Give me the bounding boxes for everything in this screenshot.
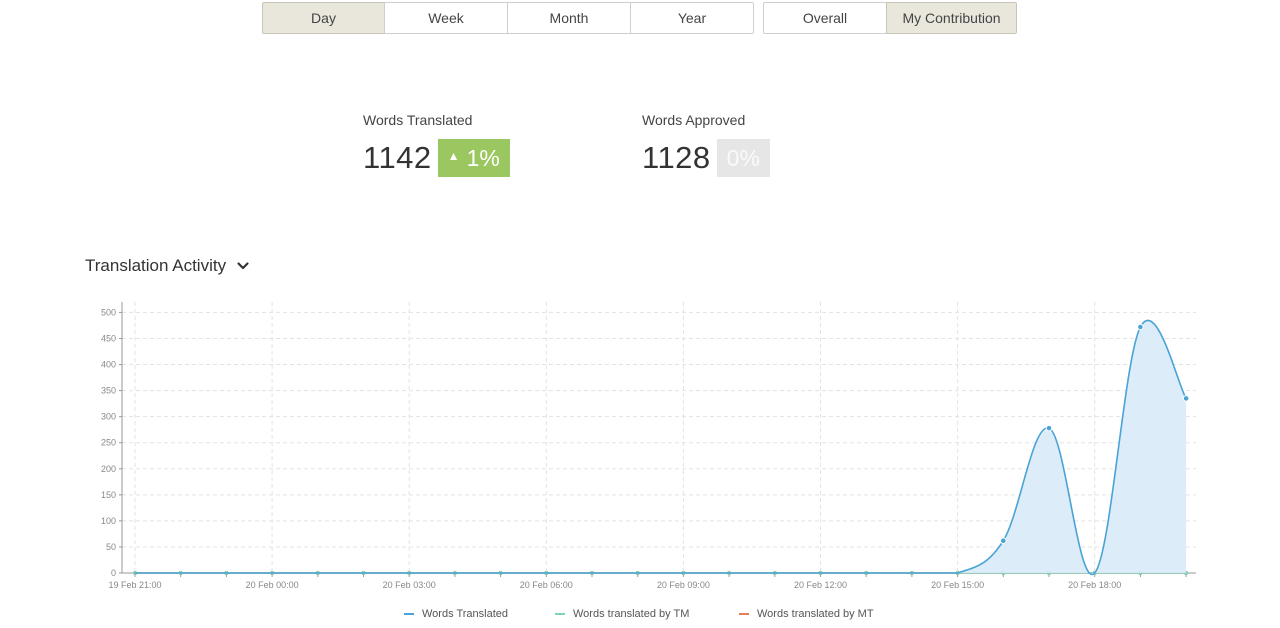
x-tick-label: 20 Feb 03:00 [383, 580, 436, 590]
tab-month[interactable]: Month [507, 2, 631, 34]
stat-words-approved: Words Approved 1128 0% [642, 112, 770, 177]
y-tick-label: 250 [101, 438, 116, 448]
y-tick-label: 0 [111, 568, 116, 578]
y-tick-label: 100 [101, 516, 116, 526]
stat-label: Words Translated [363, 112, 473, 128]
up-arrow-icon: ▲ [447, 149, 460, 163]
tab-overall[interactable]: Overall [763, 2, 887, 34]
stat-value: 1142 [363, 140, 432, 175]
change-value: 1% [466, 144, 500, 171]
tab-day[interactable]: Day [262, 2, 385, 34]
x-tick-label: 20 Feb 00:00 [246, 580, 299, 590]
stat-words-translated: Words Translated 1142 ▲ 1% [363, 112, 510, 177]
legend-item-words-tm[interactable]: Words translated by TM [555, 608, 689, 620]
y-tick-label: 450 [101, 333, 116, 343]
y-tick-label: 500 [101, 307, 116, 317]
translation-activity-chart: 0 50 100 150 200 250 300 350 400 450 500 19 Feb 21:… [101, 302, 1196, 590]
legend-swatch [739, 613, 749, 615]
change-badge: ▲ 1% [437, 139, 510, 177]
tab-my-contribution[interactable]: My Contribution [886, 2, 1017, 34]
tab-year[interactable]: Year [630, 2, 754, 34]
y-tick-label: 350 [101, 386, 116, 396]
change-value: 0% [726, 144, 760, 171]
x-tick-label: 20 Feb 12:00 [794, 580, 847, 590]
legend-label: Words translated by TM [573, 608, 690, 620]
legend-item-words-translated[interactable]: Words Translated [404, 608, 508, 620]
legend-label: Words translated by MT [757, 608, 874, 620]
data-point [1045, 424, 1053, 432]
stat-label: Words Approved [642, 112, 746, 128]
data-point [1137, 323, 1144, 331]
data-point [1000, 537, 1007, 544]
x-tick-label: 19 Feb 21:00 [108, 580, 161, 590]
data-point [1182, 395, 1190, 402]
scope-selector: Overall My Contribution [763, 2, 1017, 34]
x-tick-label: 20 Feb 06:00 [520, 580, 573, 590]
x-tick-label: 20 Feb 09:00 [657, 580, 710, 590]
legend-label: Words Translated [422, 608, 509, 620]
y-tick-label: 400 [101, 360, 116, 370]
y-tick-label: 300 [101, 412, 116, 422]
period-selector: Day Week Month Year [262, 2, 754, 34]
change-badge: 0% [716, 139, 770, 177]
x-tick-label: 20 Feb 18:00 [1068, 580, 1121, 590]
tab-week[interactable]: Week [384, 2, 508, 34]
translation-activity-dropdown[interactable]: Translation Activity [85, 256, 250, 276]
chevron-down-icon [236, 258, 250, 272]
y-tick-label: 150 [101, 490, 116, 500]
stat-value: 1128 [642, 140, 711, 175]
section-title: Translation Activity [85, 256, 227, 275]
y-tick-label: 200 [101, 464, 116, 474]
x-tick-label: 20 Feb 15:00 [931, 580, 984, 590]
legend-swatch [404, 613, 414, 615]
series-area-words-translated [135, 320, 1187, 575]
legend-swatch [555, 613, 565, 615]
legend-item-words-mt[interactable]: Words translated by MT [739, 608, 874, 620]
chart-legend: Words Translated Words translated by TM … [0, 608, 1280, 624]
y-tick-label: 50 [106, 542, 116, 552]
